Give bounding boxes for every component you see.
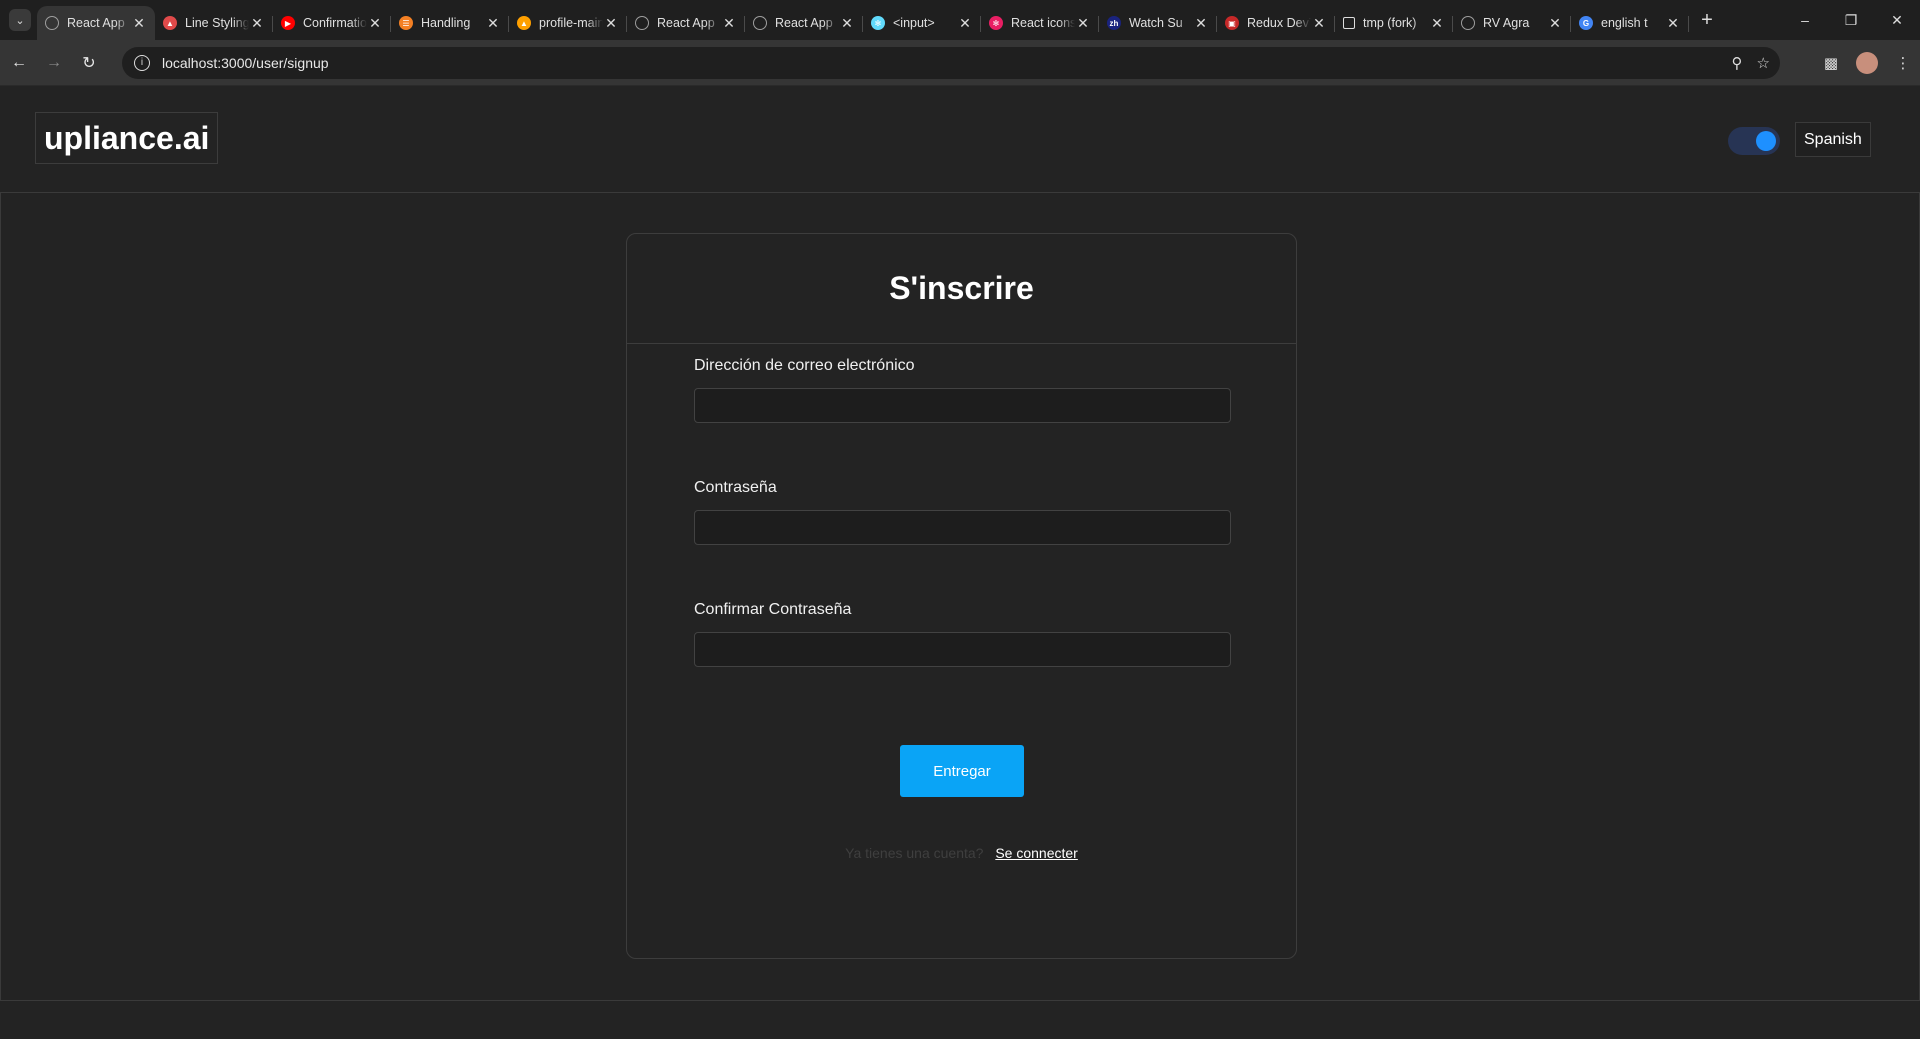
- confirm-password-field[interactable]: [694, 632, 1231, 667]
- tab-title: Confirmation: [303, 16, 367, 30]
- tab-close-icon[interactable]: ✕: [603, 15, 619, 31]
- browser-tab[interactable]: React App ✕: [627, 6, 745, 40]
- profile-avatar-icon[interactable]: [1856, 52, 1878, 74]
- tab-close-icon[interactable]: ✕: [721, 15, 737, 31]
- tab-close-icon[interactable]: ✕: [1075, 15, 1091, 31]
- tab-title: tmp (fork): [1363, 16, 1417, 30]
- minimize-icon[interactable]: –: [1782, 0, 1828, 40]
- tab-title: React App: [775, 16, 833, 30]
- page-title: S'inscrire: [889, 270, 1034, 306]
- browser-tab[interactable]: ▶ Confirmation ✕: [273, 6, 391, 40]
- globe-icon: [635, 16, 649, 30]
- firebase-icon: ▲: [517, 16, 531, 30]
- extensions-puzzle-icon[interactable]: ▩: [1814, 46, 1848, 80]
- login-link[interactable]: Se connecter: [995, 845, 1078, 861]
- tab-title: profile-main: [539, 16, 603, 30]
- restore-icon[interactable]: ❐: [1828, 0, 1874, 40]
- tab-close-icon[interactable]: ✕: [249, 15, 265, 31]
- react-icon: ✻: [871, 16, 885, 30]
- google-icon: G: [1579, 16, 1593, 30]
- tab-close-icon[interactable]: ✕: [367, 15, 383, 31]
- zh-icon: zh: [1107, 16, 1121, 30]
- tab-close-icon[interactable]: ✕: [1547, 15, 1563, 31]
- square-icon: [1343, 17, 1355, 29]
- browser-tab[interactable]: ▲ Line Styling ✕: [155, 6, 273, 40]
- react-icon: ✻: [989, 16, 1003, 30]
- page: upliance.ai Spanish S'inscrire Dirección…: [0, 87, 1920, 1039]
- email-label: Dirección de correo electrónico: [694, 357, 915, 374]
- tab-close-icon[interactable]: ✕: [1193, 15, 1209, 31]
- tab-close-icon[interactable]: ✕: [1665, 15, 1681, 31]
- url-text[interactable]: localhost:3000/user/signup: [162, 55, 329, 71]
- window-controls: – ❐ ✕: [1782, 0, 1920, 40]
- globe-icon: [45, 16, 59, 30]
- tab-close-icon[interactable]: ✕: [839, 15, 855, 31]
- app-logo[interactable]: upliance.ai: [35, 112, 219, 164]
- have-account-text: Ya tienes una cuenta?: [845, 845, 984, 861]
- tab-close-icon[interactable]: ✕: [1311, 15, 1327, 31]
- tab-title: RV Agra: [1483, 16, 1530, 30]
- back-arrow-icon[interactable]: ←: [3, 47, 35, 79]
- site-info-icon[interactable]: i: [134, 55, 150, 71]
- forward-arrow-icon[interactable]: →: [38, 47, 70, 79]
- globe-icon: [1461, 16, 1475, 30]
- youtube-icon: ▶: [281, 16, 295, 30]
- browser-tab[interactable]: React App ✕: [37, 6, 155, 40]
- tab-separator: [1688, 16, 1689, 32]
- tab-close-icon[interactable]: ✕: [485, 15, 501, 31]
- zoom-icon[interactable]: ⚲: [1732, 54, 1743, 72]
- confirm-password-label: Confirmar Contraseña: [694, 601, 852, 618]
- new-tab-plus-icon[interactable]: +: [1693, 6, 1721, 34]
- tab-close-icon[interactable]: ✕: [131, 15, 147, 31]
- email-field[interactable]: [694, 388, 1231, 423]
- browser-tab[interactable]: ☰ Handling ✕: [391, 6, 509, 40]
- language-button[interactable]: Spanish: [1795, 122, 1871, 157]
- password-label: Contraseña: [694, 479, 777, 496]
- submit-button[interactable]: Entregar: [900, 745, 1024, 797]
- browser-tab[interactable]: RV Agra ✕: [1453, 6, 1571, 40]
- browser-tab[interactable]: zh Watch Su ✕: [1099, 6, 1217, 40]
- browser-tab[interactable]: ▣ Redux DevTools✕: [1217, 6, 1335, 40]
- tab-title: Line Styling: [185, 16, 249, 30]
- close-window-icon[interactable]: ✕: [1874, 0, 1920, 40]
- password-field[interactable]: [694, 510, 1231, 545]
- tab-title: Watch Su: [1129, 16, 1183, 30]
- tab-title: React App: [67, 16, 125, 30]
- browser-toolbar: ← → ↻ i localhost:3000/user/signup ⚲ ☆ ▩…: [0, 40, 1920, 86]
- tab-title: React App: [657, 16, 715, 30]
- browser-tab[interactable]: Genglish t ✕: [1571, 6, 1689, 40]
- tab-title: Redux DevTools: [1247, 16, 1311, 30]
- tab-close-icon[interactable]: ✕: [1429, 15, 1445, 31]
- bookmark-star-icon[interactable]: ☆: [1757, 54, 1770, 72]
- signup-card: S'inscrire Dirección de correo electróni…: [626, 233, 1297, 959]
- tab-close-icon[interactable]: ✕: [957, 15, 973, 31]
- browser-menu-icon[interactable]: ⋮: [1886, 46, 1920, 80]
- tab-title: React icons: [1011, 16, 1075, 30]
- tab-title: english t: [1601, 16, 1648, 30]
- browser-tab[interactable]: tmp (fork) ✕: [1335, 6, 1453, 40]
- tab-title: <input>: [893, 16, 935, 30]
- image-icon: ▣: [1225, 16, 1239, 30]
- tab-search-chevron-icon[interactable]: ⌄: [9, 9, 31, 31]
- tab-strip: React App ✕ ▲ Line Styling ✕ ▶ Confirmation ✕ ☰ H…: [37, 0, 1689, 40]
- browser-tab[interactable]: ▲ profile-main ✕: [509, 6, 627, 40]
- main-content: S'inscrire Dirección de correo electróni…: [0, 193, 1920, 1001]
- globe-icon: [753, 16, 767, 30]
- browser-tab[interactable]: ✻ React icons ✕: [981, 6, 1099, 40]
- browser-tab-bar: ⌄ React App ✕ ▲ Line Styling ✕ ▶ Confirmation ✕…: [0, 0, 1920, 40]
- shield-icon: ▲: [163, 16, 177, 30]
- card-header: S'inscrire: [627, 234, 1296, 344]
- toggle-knob: [1756, 131, 1776, 151]
- address-bar[interactable]: i localhost:3000/user/signup ⚲ ☆: [122, 47, 1780, 79]
- browser-tab[interactable]: React App ✕: [745, 6, 863, 40]
- theme-toggle[interactable]: [1728, 127, 1780, 155]
- app-header: upliance.ai Spanish: [0, 87, 1920, 193]
- tab-title: Handling: [421, 16, 471, 30]
- stackoverflow-icon: ☰: [399, 16, 413, 30]
- login-prompt: Ya tienes una cuenta? Se connecter: [627, 845, 1296, 861]
- browser-tab[interactable]: ✻ <input> ✕: [863, 6, 981, 40]
- reload-icon[interactable]: ↻: [73, 47, 105, 79]
